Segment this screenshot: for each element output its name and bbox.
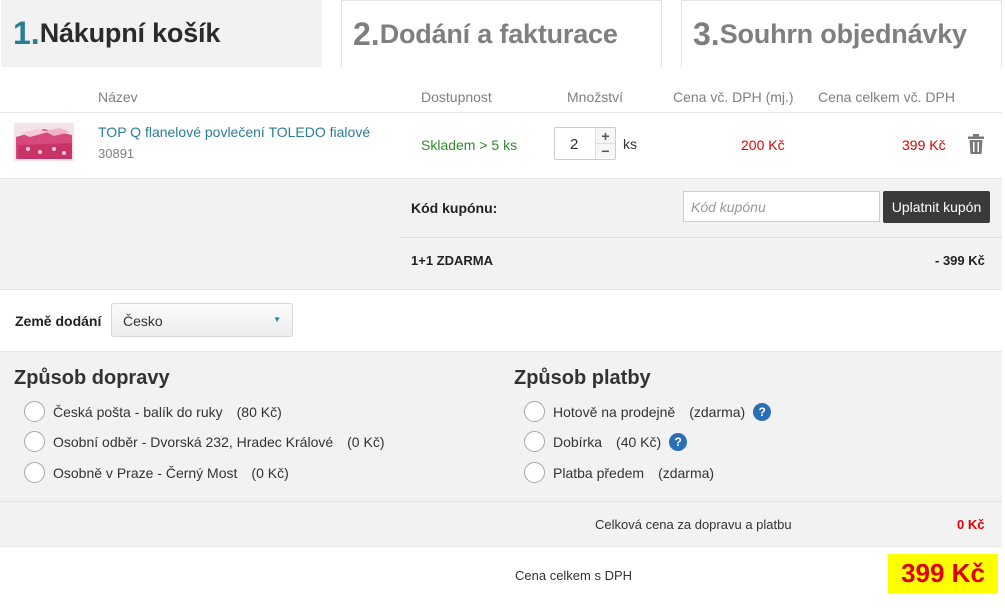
payment-option-label: Platba předem <box>553 464 645 481</box>
column-header-name: Název <box>98 89 138 105</box>
quantity-stepper[interactable]: 2 + − <box>554 127 616 160</box>
payment-option-label: Dobírka <box>553 433 603 450</box>
quantity-unit: ks <box>623 136 637 152</box>
trash-icon[interactable] <box>966 133 986 155</box>
country-selected-value: Česko <box>123 313 163 329</box>
payment-option[interactable]: Dobírka (40 Kč) ? <box>524 431 688 452</box>
radio-button[interactable] <box>24 431 45 452</box>
discount-value: - 399 Kč <box>935 253 985 268</box>
apply-coupon-button[interactable]: Uplatnit kupón <box>883 191 990 223</box>
caret-down-icon: ▼ <box>273 315 281 324</box>
help-icon[interactable]: ? <box>669 432 688 451</box>
total-price: 399 Kč <box>902 137 946 153</box>
payment-option[interactable]: Hotově na prodejně (zdarma) ? <box>524 401 772 422</box>
radio-button[interactable] <box>524 462 545 483</box>
step-number: 3. <box>693 15 720 52</box>
country-label: Země dodání <box>15 313 102 329</box>
shipping-option-label: Osobní odběr - Dvorská 232, Hradec Králo… <box>53 433 334 450</box>
radio-button[interactable] <box>524 431 545 452</box>
column-header-availability: Dostupnost <box>421 89 492 105</box>
help-icon[interactable]: ? <box>753 402 772 421</box>
checkout-steps: 1. Nákupní košík 2. Dodání a fakturace 3… <box>0 0 1005 68</box>
product-code: 30891 <box>98 146 135 161</box>
column-header-quantity: Množství <box>567 89 624 105</box>
quantity-value[interactable]: 2 <box>570 136 578 153</box>
quantity-decrease-button[interactable]: − <box>596 143 615 159</box>
grand-total-value: 399 Kč <box>888 554 998 593</box>
column-header-unit-price: Cena vč. DPH (mj.) <box>673 89 794 105</box>
shipping-payment-total-label: Celková cena za dopravu a platbu <box>595 517 792 532</box>
radio-button[interactable] <box>24 462 45 483</box>
grand-total-label: Cena celkem s DPH <box>515 568 633 583</box>
shipping-title: Způsob dopravy <box>14 367 170 389</box>
unit-price: 200 Kč <box>741 137 785 153</box>
column-header-total-price: Cena celkem vč. DPH <box>818 89 955 105</box>
coupon-input[interactable] <box>683 191 880 222</box>
stock-status: Skladem > 5 ks <box>421 137 518 153</box>
radio-button[interactable] <box>24 401 45 422</box>
payment-option-price: (zdarma) <box>689 403 746 420</box>
country-select[interactable]: Česko ▼ <box>111 303 293 337</box>
step-label: Souhrn objednávky <box>719 18 967 49</box>
shipping-option-price: (80 Kč) <box>236 403 282 420</box>
payment-option[interactable]: Platba předem (zdarma) <box>524 462 714 483</box>
shipping-payment-total-row <box>0 501 1002 547</box>
step-cart[interactable]: 1. Nákupní košík <box>1 0 322 67</box>
discount-label: 1+1 ZDARMA <box>411 253 493 268</box>
divider <box>401 237 1002 238</box>
step-order-summary[interactable]: 3. Souhrn objednávky <box>681 0 1002 67</box>
shipping-payment-total-value: 0 Kč <box>957 517 985 532</box>
step-label: Dodání a fakturace <box>379 18 618 49</box>
payment-option-price: (40 Kč) <box>616 433 662 450</box>
shipping-option-price: (0 Kč) <box>251 464 289 481</box>
payment-title: Způsob platby <box>514 367 651 389</box>
step-delivery-billing[interactable]: 2. Dodání a fakturace <box>341 0 662 67</box>
payment-option-price: (zdarma) <box>658 464 715 481</box>
coupon-label: Kód kupónu: <box>411 200 498 216</box>
step-label: Nákupní košík <box>39 18 221 48</box>
radio-button[interactable] <box>524 401 545 422</box>
payment-option-label: Hotově na prodejně <box>553 403 676 420</box>
quantity-increase-button[interactable]: + <box>596 128 615 144</box>
shipping-option-price: (0 Kč) <box>347 433 385 450</box>
bedding-product-thumbnail[interactable] <box>14 123 74 161</box>
shipping-option[interactable]: Osobní odběr - Dvorská 232, Hradec Králo… <box>24 431 384 452</box>
shipping-option-label: Česká pošta - balík do ruky <box>53 403 223 420</box>
shipping-option-label: Osobně v Praze - Černý Most <box>53 464 238 481</box>
step-number: 2. <box>353 15 380 52</box>
quantity-buttons: + − <box>595 128 615 159</box>
shipping-option[interactable]: Česká pošta - balík do ruky (80 Kč) <box>24 401 282 422</box>
step-number: 1. <box>13 15 40 51</box>
shipping-option[interactable]: Osobně v Praze - Černý Most (0 Kč) <box>24 462 289 483</box>
product-name-link[interactable]: TOP Q flanelové povlečení TOLEDO fialové <box>98 124 370 140</box>
